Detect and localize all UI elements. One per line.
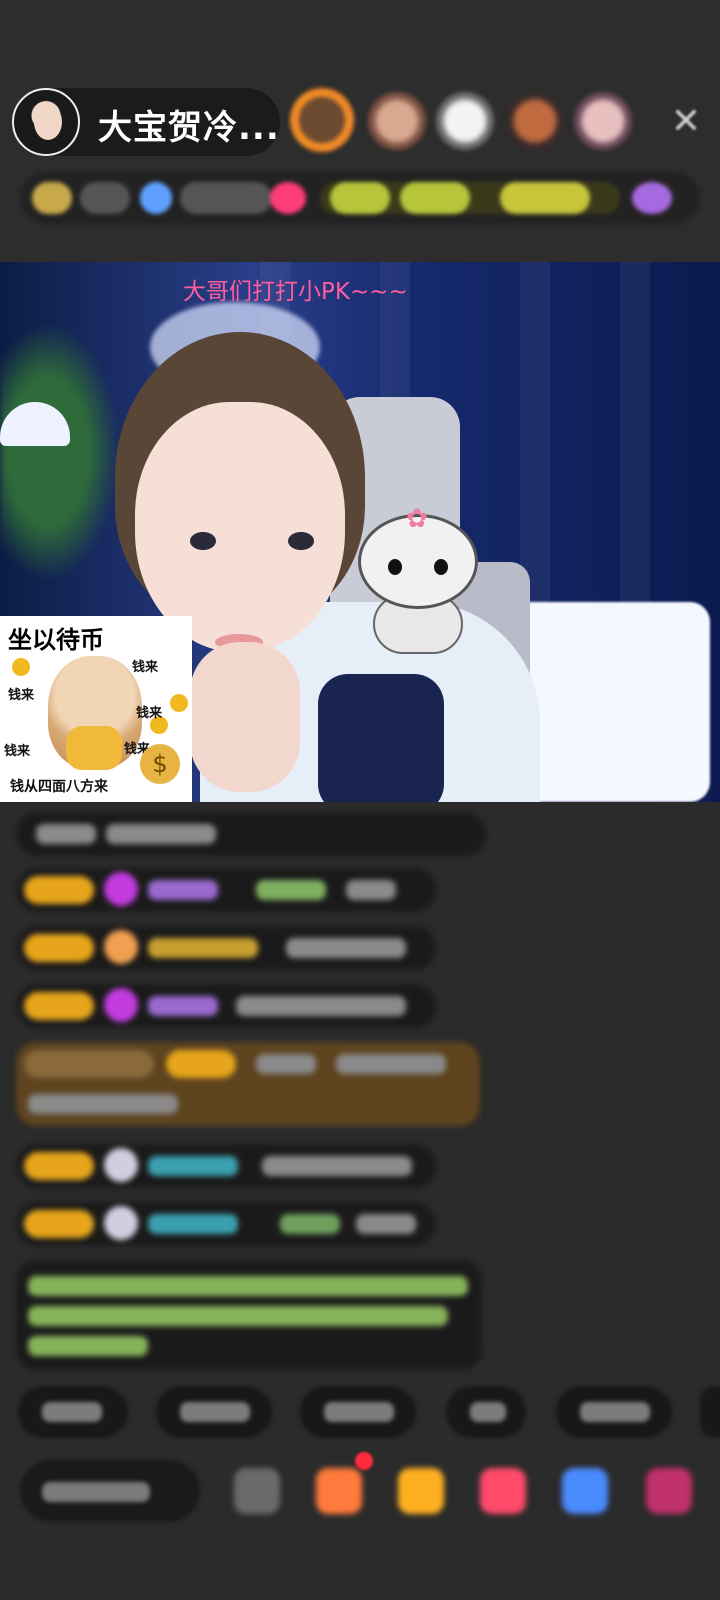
chat-list[interactable]	[0, 808, 720, 1370]
top-viewer-avatar[interactable]	[436, 92, 494, 150]
more-gifts-icon[interactable]	[646, 1468, 692, 1514]
flower-icon: ✿	[406, 504, 428, 534]
praying-paws	[66, 726, 122, 770]
sticker-footer: 钱从四面八方来	[10, 779, 108, 795]
meme-sticker: 坐以待币 钱来 钱来 钱来 钱来 钱来 $ 钱从四面八方来	[0, 616, 192, 802]
host-avatar[interactable]	[12, 88, 80, 156]
cat-figurine: ✿	[358, 504, 478, 654]
money-label: 钱来	[136, 706, 163, 721]
info-chip	[400, 182, 470, 214]
info-chip	[500, 182, 590, 214]
emoji-icon[interactable]	[234, 1468, 280, 1514]
chat-input[interactable]	[20, 1460, 200, 1522]
info-chip	[632, 182, 672, 214]
plant	[0, 322, 120, 582]
notification-dot	[355, 1452, 373, 1470]
quick-reply-button[interactable]	[556, 1386, 672, 1438]
hand	[190, 642, 300, 792]
top-viewer-avatar[interactable]	[368, 92, 426, 150]
chat-message[interactable]	[16, 984, 436, 1028]
game-icon[interactable]	[562, 1468, 608, 1514]
close-icon[interactable]: ✕	[668, 104, 704, 140]
info-chip	[32, 182, 72, 214]
heart-gift-icon[interactable]	[480, 1468, 526, 1514]
stream-overlay-title: 大哥们打打小PK~~~	[183, 279, 408, 305]
coin-icon	[12, 658, 30, 676]
chat-message[interactable]	[16, 926, 436, 970]
money-bag-icon: $	[140, 744, 180, 784]
money-label: 钱来	[8, 688, 35, 703]
top-bar: 大宝贺冷... ✕	[0, 0, 720, 262]
top-viewer-avatar[interactable]	[574, 92, 632, 150]
microphone	[318, 674, 444, 802]
chat-message[interactable]	[16, 812, 486, 856]
face	[135, 402, 345, 652]
coin-icon	[170, 694, 188, 712]
money-label: 钱来	[132, 660, 159, 675]
system-notice	[16, 1260, 482, 1370]
eye	[190, 532, 216, 550]
gift-pile	[510, 602, 710, 802]
quick-reply-button[interactable]	[446, 1386, 526, 1438]
stream-info-strip[interactable]	[20, 172, 700, 224]
gift-box-icon[interactable]	[316, 1468, 362, 1514]
quick-reply-button[interactable]	[18, 1386, 128, 1438]
host-name: 大宝贺冷...	[98, 108, 280, 148]
info-chip	[140, 182, 172, 214]
info-chip	[80, 182, 130, 214]
info-chip	[330, 182, 390, 214]
host-info-pill[interactable]: 大宝贺冷...	[12, 88, 280, 156]
money-label: 钱来	[4, 744, 31, 759]
info-chip	[180, 182, 272, 214]
quick-reply-button[interactable]	[300, 1386, 416, 1438]
lucky-bag-icon[interactable]	[398, 1468, 444, 1514]
top-viewer-avatar[interactable]	[506, 92, 564, 150]
chat-message[interactable]	[16, 868, 436, 912]
quick-reply-row	[0, 1386, 720, 1438]
chat-message[interactable]	[16, 1042, 480, 1126]
info-chip	[270, 182, 306, 214]
chat-message[interactable]	[16, 1202, 436, 1246]
chat-message[interactable]	[16, 1144, 436, 1188]
eye	[288, 532, 314, 550]
quick-reply-button[interactable]	[156, 1386, 272, 1438]
sticker-title: 坐以待币	[8, 626, 104, 654]
top-viewer-avatar[interactable]	[290, 88, 354, 152]
quick-reply-button[interactable]	[700, 1386, 720, 1438]
